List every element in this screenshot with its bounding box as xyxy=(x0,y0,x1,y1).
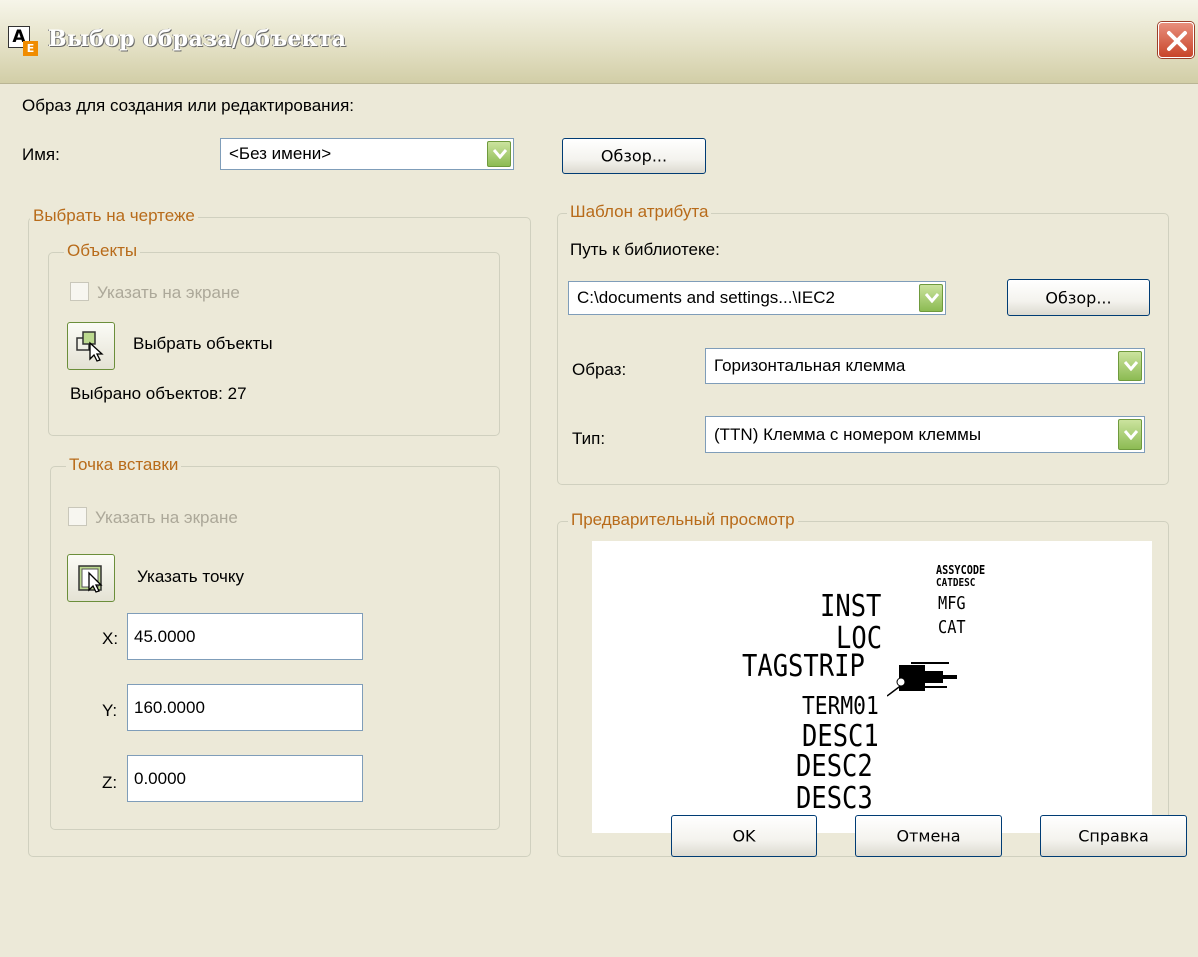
y-label: Y: xyxy=(102,701,118,720)
library-path-value: C:\documents and settings...\IEC2 xyxy=(577,288,835,307)
x-label: X: xyxy=(102,629,119,648)
pick-point-button[interactable] xyxy=(67,554,115,602)
preview-inst: INST xyxy=(820,589,882,624)
dropdown-arrow-icon[interactable] xyxy=(919,284,943,312)
pick-point-label: Указать точку xyxy=(137,567,245,586)
preview-mfg: MFG xyxy=(938,593,966,614)
select-objects-icon xyxy=(76,331,104,362)
pick-on-drawing-title: Выбрать на чертеже xyxy=(30,206,198,226)
insertion-specify-checkbox[interactable] xyxy=(68,507,87,526)
attribute-template-title: Шаблон атрибута xyxy=(567,202,712,222)
library-path-label: Путь к библиотеке: xyxy=(570,240,720,259)
dropdown-arrow-icon[interactable] xyxy=(1118,351,1142,381)
objects-specify-label: Указать на экране xyxy=(97,283,240,302)
autocad-app-icon: AE xyxy=(8,26,38,56)
preview-catdesc: CATDESC xyxy=(936,576,976,589)
help-button[interactable]: Справка xyxy=(1040,815,1187,857)
name-label: Имя: xyxy=(22,145,60,164)
library-path-dropdown[interactable]: C:\documents and settings...\IEC2 xyxy=(568,281,946,315)
name-dropdown-value: <Без имени> xyxy=(229,144,332,163)
preview-assycode: ASSYCODE xyxy=(936,563,986,577)
selected-count-label: Выбрано объектов: 27 xyxy=(70,384,247,403)
preview-title: Предварительный просмотр xyxy=(568,510,798,530)
title-bar: AE Выбор образа/объекта xyxy=(0,0,1198,84)
dropdown-arrow-icon[interactable] xyxy=(1118,419,1142,450)
type-dropdown[interactable]: (TTN) Клемма с номером клеммы xyxy=(705,416,1145,453)
insertion-specify-label: Указать на экране xyxy=(95,508,238,527)
x-coordinate-input[interactable]: 45.0000 xyxy=(127,613,363,660)
name-browse-button[interactable]: Обзор... xyxy=(562,138,706,174)
close-icon xyxy=(1167,31,1187,51)
select-objects-label: Выбрать объекты xyxy=(133,334,273,353)
type-label: Тип: xyxy=(572,429,606,448)
pick-point-icon xyxy=(78,565,103,593)
image-dropdown[interactable]: Горизонтальная клемма xyxy=(705,348,1145,384)
objects-group-title: Объекты xyxy=(64,241,141,261)
name-dropdown[interactable]: <Без имени> xyxy=(220,138,514,170)
insertion-point-title: Точка вставки xyxy=(66,455,182,475)
z-label: Z: xyxy=(102,773,118,792)
type-dropdown-value: (TTN) Клемма с номером клеммы xyxy=(714,424,982,444)
objects-specify-checkbox[interactable] xyxy=(70,282,89,301)
ok-button[interactable]: OK xyxy=(671,815,817,857)
preview-desc2: DESC2 xyxy=(796,749,873,784)
objects-group xyxy=(48,252,500,436)
preview-canvas: ASSYCODE CATDESC MFG CAT INST LOC TAGSTR… xyxy=(592,541,1152,833)
preview-desc3: DESC3 xyxy=(796,781,873,816)
image-dropdown-value: Горизонтальная клемма xyxy=(714,356,906,375)
preview-term: TERM01 xyxy=(802,691,879,720)
close-button[interactable] xyxy=(1158,22,1194,58)
terminal-symbol xyxy=(887,662,957,697)
window-title: Выбор образа/объекта xyxy=(48,26,347,52)
dropdown-arrow-icon[interactable] xyxy=(487,141,511,167)
y-coordinate-input[interactable]: 160.0000 xyxy=(127,684,363,731)
preview-cat: CAT xyxy=(938,617,966,638)
z-coordinate-input[interactable]: 0.0000 xyxy=(127,755,363,802)
edit-prompt-label: Образ для создания или редактирования: xyxy=(22,96,354,115)
cancel-button[interactable]: Отмена xyxy=(855,815,1002,857)
select-objects-button[interactable] xyxy=(67,322,115,370)
image-label: Образ: xyxy=(572,360,627,379)
preview-tagstrip: TAGSTRIP xyxy=(742,649,865,684)
library-browse-button[interactable]: Обзор... xyxy=(1007,279,1150,316)
